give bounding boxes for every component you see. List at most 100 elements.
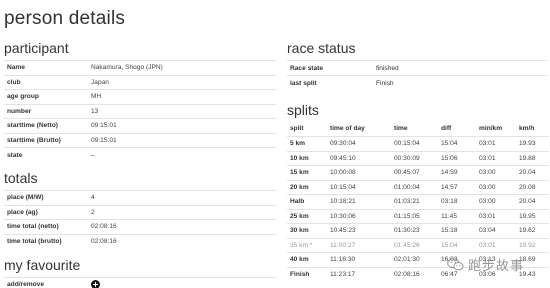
row-label: time total (netto) xyxy=(4,219,91,234)
row-label: number xyxy=(4,103,91,119)
table-cell: 19.93 xyxy=(519,136,549,151)
table-row: time total (brutto) 02:08:16 xyxy=(4,233,276,249)
table-cell: 01:45:26 xyxy=(394,237,441,253)
table-cell: 25 km xyxy=(287,208,330,224)
table-cell: 40 km xyxy=(287,252,330,267)
page-title: person details xyxy=(4,8,126,29)
table-cell: 01:00:04 xyxy=(394,179,441,195)
row-value: 2 xyxy=(91,204,276,220)
column-header: time of day xyxy=(330,125,365,133)
table-cell: 11:00:27 xyxy=(330,237,394,253)
row-label: last split xyxy=(287,75,376,91)
table-row: club Japan xyxy=(4,74,276,90)
table-cell: 00:15:04 xyxy=(394,136,441,151)
table-cell: 11:16:30 xyxy=(330,252,394,267)
add-favourite-button[interactable] xyxy=(91,280,100,288)
favourite-heading: my favourite xyxy=(4,256,81,273)
table-cell: 11:23:17 xyxy=(330,266,394,282)
table-cell: 00:30:09 xyxy=(394,150,441,166)
table-cell: 01:03:21 xyxy=(394,194,441,209)
splits-header-row: split time of day time diff min/km km/h xyxy=(287,122,549,137)
table-cell: 15:06 xyxy=(441,150,479,166)
table-row: Halb 10:18:21 01:03:21 03:18 03:00 20.04 xyxy=(287,194,549,209)
table-cell: 10:15:04 xyxy=(330,179,394,195)
table-cell: 19.88 xyxy=(519,150,549,166)
row-label: time total (brutto) xyxy=(4,233,91,249)
column-header: km/h xyxy=(519,125,535,133)
table-row: 5 km 09:30:04 00:15:04 15:04 03:01 19.93 xyxy=(287,136,549,151)
table-cell: 00:45:07 xyxy=(394,165,441,180)
table-cell: 03:04 xyxy=(479,223,519,238)
table-cell: 20.04 xyxy=(519,165,549,180)
row-value: 09:15:01 xyxy=(91,132,276,148)
table-cell: 30 km xyxy=(287,223,330,238)
table-cell: 5 km xyxy=(287,136,330,151)
table-row: age group MH xyxy=(4,89,276,104)
table-cell: 03:00 xyxy=(479,194,519,209)
row-value: 09:15:01 xyxy=(91,118,276,133)
table-cell: 03:18 xyxy=(441,194,479,209)
table-cell: 03:01 xyxy=(479,150,519,166)
row-value: Finish xyxy=(376,75,547,91)
participant-heading: participant xyxy=(4,40,69,56)
table-cell: 03:01 xyxy=(479,237,519,253)
splits-heading: splits xyxy=(287,101,319,118)
table-row: add/remove xyxy=(4,276,276,288)
totals-table: place (M/W) 4 place (ag) 2 time total (netto… xyxy=(4,190,276,249)
row-value: 4 xyxy=(91,190,276,205)
table-row: starttime (Brutto) 09:15:01 xyxy=(4,132,276,148)
table-cell: 35 km * xyxy=(287,237,330,253)
table-row: 20 km 10:15:04 01:00:04 14:57 03:00 20.08 xyxy=(287,179,549,195)
row-value: 13 xyxy=(91,103,276,119)
row-label: Race state xyxy=(287,60,376,76)
table-row: place (M/W) 4 xyxy=(4,190,276,205)
table-cell: 09:45:10 xyxy=(330,150,394,166)
race-status-table: Race state finished last split Finish xyxy=(287,60,547,91)
table-cell: 20.08 xyxy=(519,179,549,195)
table-cell: 10:30:06 xyxy=(330,208,394,224)
table-row: 25 km 10:30:06 01:15:05 11:45 03:01 19.95 xyxy=(287,208,549,224)
table-cell: 03:01 xyxy=(479,208,519,224)
table-row: 15 km 10:00:08 00:45:07 14:59 03:00 20.04 xyxy=(287,165,549,180)
table-cell: 10:18:21 xyxy=(330,194,394,209)
table-row: starttime (Netto) 09:15:01 xyxy=(4,118,276,133)
table-cell: Finish xyxy=(287,266,330,282)
table-cell: 19.95 xyxy=(519,208,549,224)
row-value: Nakamura, Shogo (JPN) xyxy=(91,60,276,75)
table-cell: 03:01 xyxy=(479,136,519,151)
table-cell: 01:30:23 xyxy=(394,223,441,238)
table-row: last split Finish xyxy=(287,75,547,91)
table-row: time total (netto) 02:08:16 xyxy=(4,219,276,234)
table-cell: 19.92 xyxy=(519,237,549,253)
row-label: starttime (Netto) xyxy=(4,118,91,133)
participant-table: Name Nakamura, Shogo (JPN) club Japan age gr… xyxy=(4,60,276,162)
table-cell: 10:00:08 xyxy=(330,165,394,180)
table-cell: 19.62 xyxy=(519,223,549,238)
row-value: 02:08:16 xyxy=(91,233,276,249)
table-cell: 15:18 xyxy=(441,223,479,238)
row-value: – xyxy=(91,147,276,162)
row-label: starttime (Brutto) xyxy=(4,132,91,148)
row-label: age group xyxy=(4,89,91,104)
table-row: place (ag) 2 xyxy=(4,204,276,220)
table-cell: 14:59 xyxy=(441,165,479,180)
table-cell: 15 km xyxy=(287,165,330,180)
table-cell: 20 km xyxy=(287,179,330,195)
table-cell: Halb xyxy=(287,194,330,209)
table-row: number 13 xyxy=(4,103,276,119)
row-value: MH xyxy=(91,89,276,104)
race-status-heading: race status xyxy=(287,40,356,56)
row-value: 02:08:16 xyxy=(91,219,276,234)
favourite-table: add/remove xyxy=(4,276,276,288)
table-cell: 11:45 xyxy=(441,208,479,224)
table-row: 30 km 10:45:23 01:30:23 15:18 03:04 19.62 xyxy=(287,223,549,238)
table-row: 35 km * 11:00:27 01:45:26 15:04 03:01 19.92 xyxy=(287,237,549,253)
totals-heading: totals xyxy=(4,170,38,186)
column-header: min/km xyxy=(479,125,503,133)
watermark: 跑步故事 xyxy=(447,254,524,274)
wechat-icon xyxy=(447,257,464,270)
column-header: split xyxy=(290,125,304,133)
table-cell: 09:30:04 xyxy=(330,136,394,151)
favourite-cell xyxy=(91,276,276,288)
table-cell: 03:00 xyxy=(479,179,519,195)
